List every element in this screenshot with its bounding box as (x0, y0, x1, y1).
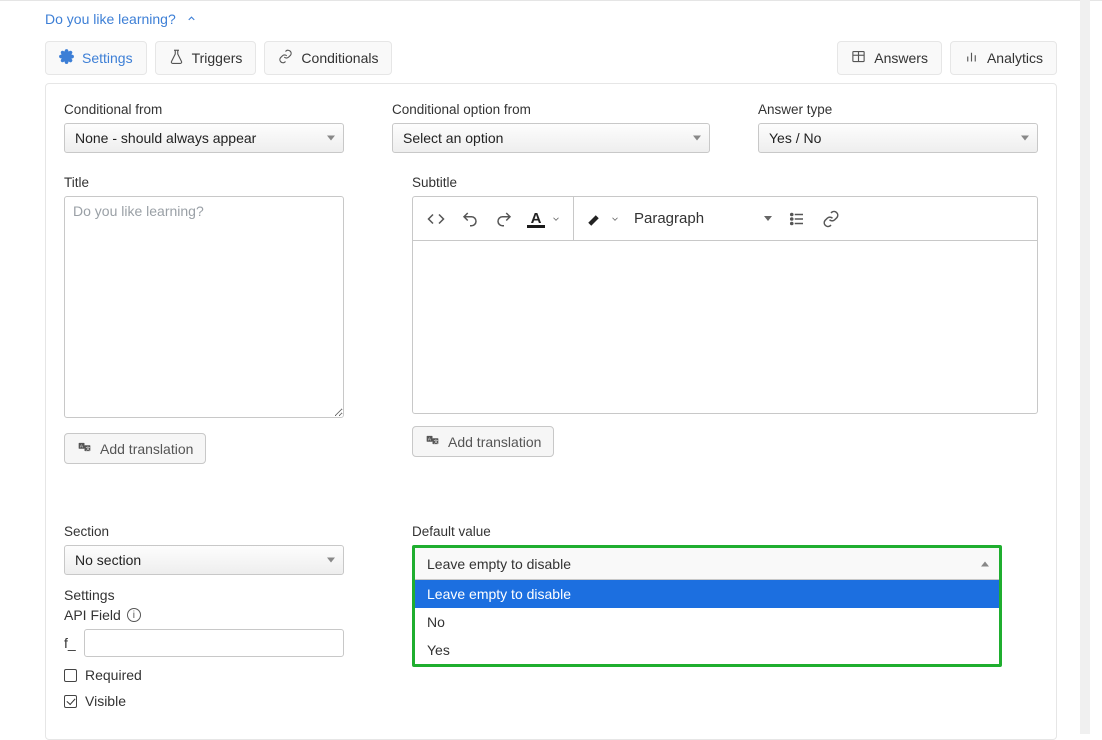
scrollbar[interactable] (1080, 0, 1090, 734)
answer-type-value: Yes / No (769, 130, 821, 146)
undo-button[interactable] (453, 202, 487, 236)
default-value-selected[interactable]: Leave empty to disable (415, 548, 999, 580)
add-translation-subtitle-button[interactable]: A文 Add translation (412, 426, 554, 457)
checkbox-icon (64, 669, 77, 682)
insert-link-button[interactable] (814, 202, 848, 236)
tab-conditionals-label: Conditionals (301, 50, 378, 66)
settings-label: Settings (64, 587, 344, 603)
section-select[interactable]: No section (64, 545, 344, 575)
tab-conditionals[interactable]: Conditionals (264, 41, 392, 75)
default-value-option[interactable]: Leave empty to disable (415, 580, 999, 608)
text-color-button[interactable]: A (521, 210, 567, 228)
breadcrumb[interactable]: Do you like learning? (20, 1, 1082, 33)
title-textarea[interactable] (64, 196, 344, 418)
chevron-down-icon (327, 558, 335, 563)
flask-icon (169, 49, 184, 67)
chevron-down-icon (551, 214, 561, 224)
default-value-dropdown[interactable]: Leave empty to disable Leave empty to di… (412, 545, 1002, 667)
bullet-list-button[interactable] (780, 202, 814, 236)
gear-icon (59, 49, 74, 67)
section-label: Section (64, 524, 344, 539)
info-icon[interactable]: i (127, 608, 141, 622)
required-checkbox-row[interactable]: Required (64, 667, 344, 683)
chevron-down-icon (764, 216, 772, 221)
chevron-up-icon (981, 561, 989, 566)
link-icon (278, 49, 293, 67)
add-translation-title-label: Add translation (100, 441, 193, 457)
required-label: Required (85, 667, 142, 683)
conditional-option-from-value: Select an option (403, 130, 503, 146)
tab-settings[interactable]: Settings (45, 41, 147, 75)
table-icon (851, 49, 866, 67)
conditional-option-from-label: Conditional option from (392, 102, 710, 117)
svg-text:文: 文 (434, 438, 439, 445)
section-value: No section (75, 552, 141, 568)
default-value-option[interactable]: Yes (415, 636, 999, 664)
code-view-button[interactable] (419, 202, 453, 236)
tab-triggers-label: Triggers (192, 50, 243, 66)
conditional-from-value: None - should always appear (75, 130, 256, 146)
api-field-input[interactable] (84, 629, 344, 657)
default-value-label: Default value (412, 524, 1002, 539)
answer-type-label: Answer type (758, 102, 1038, 117)
subtitle-editor[interactable]: A (412, 196, 1038, 414)
subtitle-editor-body[interactable] (413, 241, 1037, 413)
translate-icon: A文 (425, 433, 440, 450)
highlight-color-button[interactable] (580, 210, 626, 228)
tab-analytics[interactable]: Analytics (950, 41, 1057, 75)
conditional-from-select[interactable]: None - should always appear (64, 123, 344, 153)
default-value-option[interactable]: No (415, 608, 999, 636)
tab-answers[interactable]: Answers (837, 41, 942, 75)
visible-checkbox-row[interactable]: Visible (64, 693, 344, 709)
add-translation-title-button[interactable]: A文 Add translation (64, 433, 206, 464)
tab-settings-label: Settings (82, 50, 133, 66)
chevron-down-icon (1021, 136, 1029, 141)
checkbox-checked-icon (64, 695, 77, 708)
svg-text:文: 文 (86, 445, 91, 452)
default-value-selected-text: Leave empty to disable (427, 556, 571, 572)
subtitle-label: Subtitle (412, 175, 1038, 190)
paragraph-style-select[interactable]: Paragraph (626, 202, 780, 236)
breadcrumb-title[interactable]: Do you like learning? (45, 11, 176, 27)
tab-answers-label: Answers (874, 50, 928, 66)
redo-button[interactable] (487, 202, 521, 236)
title-label: Title (64, 175, 364, 190)
chevron-down-icon (610, 214, 620, 224)
paragraph-style-label: Paragraph (634, 210, 704, 227)
chevron-down-icon (693, 136, 701, 141)
highlighter-icon (586, 210, 604, 228)
translate-icon: A文 (77, 440, 92, 457)
chevron-down-icon (327, 136, 335, 141)
api-field-label: API Field (64, 607, 121, 623)
answer-type-select[interactable]: Yes / No (758, 123, 1038, 153)
default-value-options-list: Leave empty to disable No Yes (415, 580, 999, 664)
tab-triggers[interactable]: Triggers (155, 41, 257, 75)
api-field-prefix: f_ (64, 635, 76, 651)
tab-analytics-label: Analytics (987, 50, 1043, 66)
chevron-up-icon (186, 11, 197, 27)
chart-icon (964, 49, 979, 67)
conditional-option-from-select[interactable]: Select an option (392, 123, 710, 153)
conditional-from-label: Conditional from (64, 102, 344, 117)
visible-label: Visible (85, 693, 126, 709)
add-translation-subtitle-label: Add translation (448, 434, 541, 450)
